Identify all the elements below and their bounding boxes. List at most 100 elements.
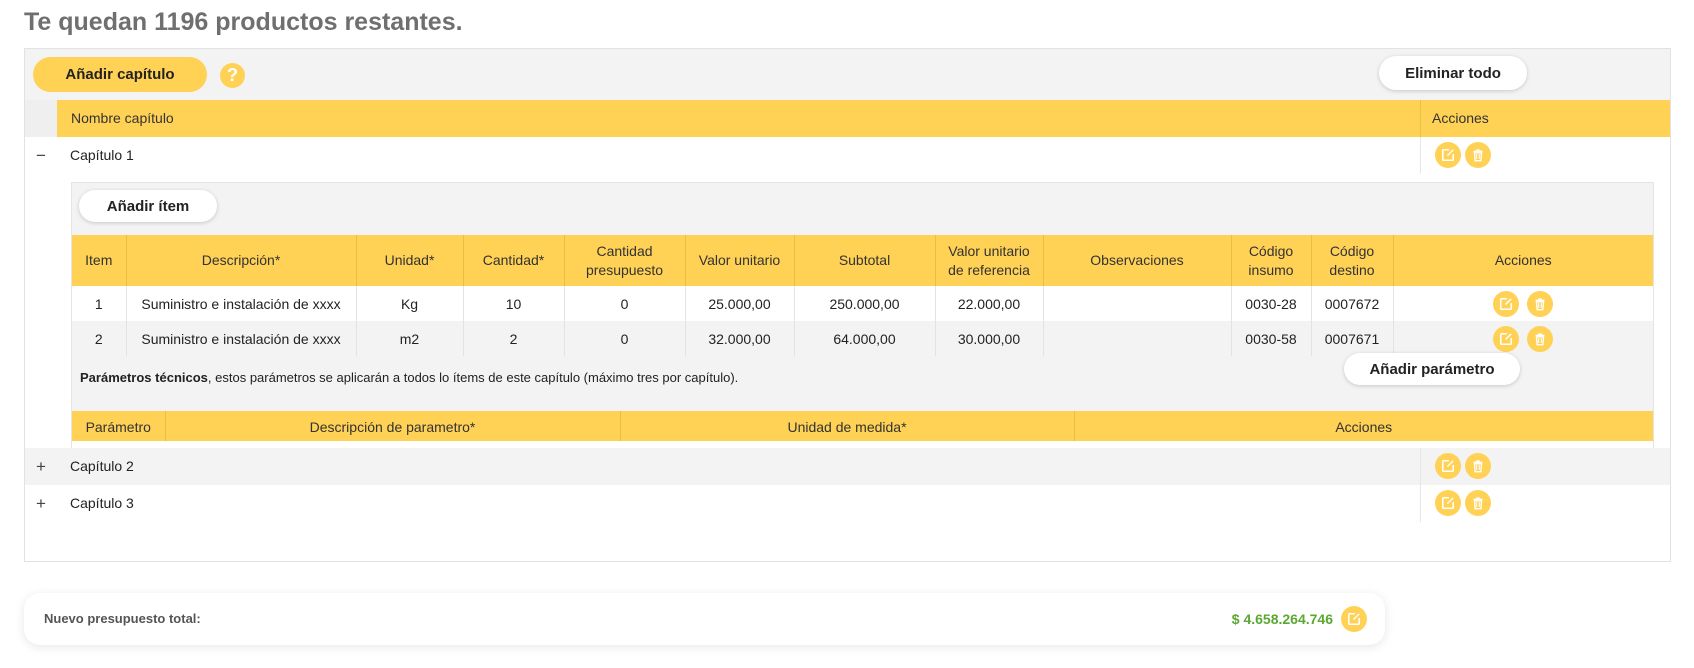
edit-item-button[interactable] [1493,326,1519,352]
chapters-toolbar: Añadir capítulo ? Eliminar todo [25,49,1670,100]
cell-valor-unitario: 25.000,00 [685,286,794,321]
edit-chapter-button[interactable] [1435,142,1461,168]
cell-valor-referencia: 30.000,00 [935,321,1043,356]
help-icon[interactable]: ? [220,63,245,88]
delete-all-button[interactable]: Eliminar todo [1379,56,1527,90]
column-header: Observaciones [1043,235,1231,286]
cell-subtotal: 64.000,00 [794,321,935,356]
column-header: Valor unitario [685,235,794,286]
delete-item-button[interactable] [1527,326,1553,352]
table-row: 1 Suministro e instalación de xxxx Kg 10… [72,286,1653,321]
parameters-table: Parámetro Descripción de parametro* Unid… [72,411,1653,443]
row-divider [1420,137,1421,174]
column-header: Valor unitario de referencia [935,235,1043,286]
cell-codigo-insumo: 0030-28 [1231,286,1311,321]
technical-params-note: Parámetros técnicos, estos parámetros se… [80,369,738,387]
edit-icon [1499,297,1513,311]
technical-params-description: , estos parámetros se aplicarán a todos … [208,370,738,385]
row-divider [1420,485,1421,522]
edit-icon [1441,496,1455,510]
edit-icon [1347,612,1361,626]
add-item-button[interactable]: Añadir ítem [79,190,217,222]
items-header-row: Item Descripción* Unidad* Cantidad* Cant… [72,235,1653,286]
cell-codigo-destino: 0007672 [1311,286,1393,321]
trash-icon [1471,496,1485,510]
cell-acciones [1393,321,1653,356]
column-header: Unidad* [356,235,463,286]
chapter-name-header: Nombre capítulo [71,100,174,137]
total-budget-label: Nuevo presupuesto total: [44,593,201,645]
delete-chapter-button[interactable] [1465,453,1491,479]
edit-icon [1441,459,1455,473]
edit-chapter-button[interactable] [1435,490,1461,516]
cell-item: 2 [72,321,126,356]
expand-toggle[interactable]: + [31,485,51,522]
chapter-name: Capítulo 2 [70,448,134,485]
header-gutter [25,100,57,137]
trash-icon [1471,148,1485,162]
cell-cantidad: 10 [463,286,564,321]
column-header: Código insumo [1231,235,1311,286]
edit-icon [1499,332,1513,346]
chapter-name: Capítulo 1 [70,137,134,174]
column-header: Unidad de medida* [620,411,1074,443]
technical-params-title: Parámetros técnicos [80,370,208,385]
row-divider [1420,448,1421,485]
edit-chapter-button[interactable] [1435,453,1461,479]
items-table: Item Descripción* Unidad* Cantidad* Cant… [72,235,1653,356]
trash-icon [1471,459,1485,473]
parameters-header-row: Parámetro Descripción de parametro* Unid… [72,411,1653,443]
page-title: Te quedan 1196 productos restantes. [24,8,463,37]
total-budget-value: $ 4.658.264.746 [1232,593,1333,645]
cell-cantidad: 2 [463,321,564,356]
cell-unidad: Kg [356,286,463,321]
header-divider [1420,100,1421,137]
cell-cantidad-presupuesto: 0 [564,321,685,356]
column-header: Descripción de parametro* [165,411,620,443]
cell-valor-referencia: 22.000,00 [935,286,1043,321]
delete-chapter-button[interactable] [1465,490,1491,516]
cell-item: 1 [72,286,126,321]
chapter-row: + Capítulo 2 [25,448,1670,485]
chapter-row: + Capítulo 3 [25,485,1670,522]
chapters-table-header: Nombre capítulo Acciones [25,100,1670,137]
column-header: Acciones [1393,235,1653,286]
column-header: Código destino [1311,235,1393,286]
cell-codigo-destino: 0007671 [1311,321,1393,356]
column-header: Subtotal [794,235,935,286]
trash-icon [1533,297,1547,311]
cell-acciones [1393,286,1653,321]
column-header: Cantidad presupuesto [564,235,685,286]
table-row: 2 Suministro e instalación de xxxx m2 2 … [72,321,1653,356]
edit-icon [1441,148,1455,162]
cell-observaciones [1043,286,1231,321]
chapter-row: − Capítulo 1 [25,137,1670,174]
total-budget-card: Nuevo presupuesto total: $ 4.658.264.746 [24,593,1385,645]
chapter-actions-header: Acciones [1432,100,1489,137]
chapter-name: Capítulo 3 [70,485,134,522]
cell-cantidad-presupuesto: 0 [564,286,685,321]
trash-icon [1533,332,1547,346]
delete-item-button[interactable] [1527,291,1553,317]
delete-chapter-button[interactable] [1465,142,1491,168]
add-parameter-button[interactable]: Añadir parámetro [1344,353,1520,385]
column-header: Item [72,235,126,286]
collapse-toggle[interactable]: − [31,137,51,174]
edit-item-button[interactable] [1493,291,1519,317]
column-header: Cantidad* [463,235,564,286]
add-chapter-button[interactable]: Añadir capítulo [33,57,207,92]
edit-total-button[interactable] [1341,606,1367,632]
cell-descripcion: Suministro e instalación de xxxx [126,286,356,321]
cell-unidad: m2 [356,321,463,356]
chapters-panel: Añadir capítulo ? Eliminar todo Nombre c… [24,48,1671,562]
cell-valor-unitario: 32.000,00 [685,321,794,356]
cell-codigo-insumo: 0030-58 [1231,321,1311,356]
chapter-1-details: Añadir ítem Item Descripción* Unidad* Ca… [71,182,1654,482]
column-header: Acciones [1074,411,1653,443]
column-header: Parámetro [72,411,165,443]
cell-descripcion: Suministro e instalación de xxxx [126,321,356,356]
column-header: Descripción* [126,235,356,286]
cell-observaciones [1043,321,1231,356]
cell-subtotal: 250.000,00 [794,286,935,321]
expand-toggle[interactable]: + [31,448,51,485]
